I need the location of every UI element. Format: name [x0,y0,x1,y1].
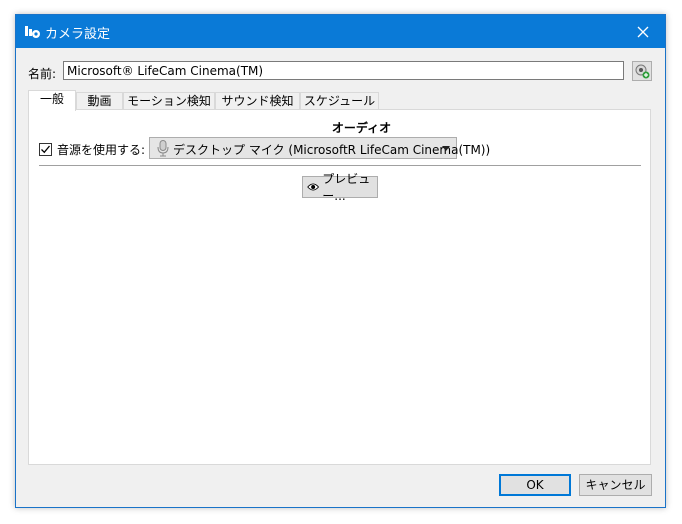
name-label: 名前: [28,67,57,81]
close-button[interactable] [620,15,665,48]
cancel-button[interactable]: キャンセル [579,474,652,496]
camera-name-input[interactable] [63,61,624,80]
title-bar[interactable]: カメラ設定 [16,15,665,48]
tab-video[interactable]: 動画 [76,92,123,110]
general-tab-panel: オーディオ 音源を使用する: デスクトップ マイク (MicrosoftR Li… [28,109,651,465]
camera-settings-icon [25,26,40,38]
use-audio-source-row: 音源を使用する: [39,141,145,158]
use-audio-source-label[interactable]: 音源を使用する: [57,141,145,158]
audio-device-dropdown[interactable]: デスクトップ マイク (MicrosoftR LifeCam Cinema(TM… [149,137,490,159]
window-title: カメラ設定 [45,27,111,42]
camera-select-button[interactable] [632,61,652,81]
tab-schedule[interactable]: スケジュール [300,92,379,110]
tab-general[interactable]: 一般 [28,90,76,111]
close-icon [637,26,648,37]
tab-motion-detection[interactable]: モーション検知 [123,92,215,110]
checkmark-icon [41,145,51,154]
preview-label: プレビュー... [322,172,371,203]
dropdown-arrow-icon [442,146,450,151]
audio-section-title: オーディオ [331,121,392,135]
preview-button[interactable]: プレビュー... [302,172,378,203]
ok-button[interactable]: OK [499,474,571,496]
camera-settings-dialog: カメラ設定 名前: 一般 動画 モーション検知 サウンド検知 スケジュール オー… [15,14,666,508]
separator [39,165,641,167]
eye-icon [307,183,320,191]
use-audio-source-checkbox[interactable] [39,143,52,156]
camera-add-icon [635,64,650,79]
tab-sound-detection[interactable]: サウンド検知 [215,92,300,110]
microphone-icon [157,140,169,157]
